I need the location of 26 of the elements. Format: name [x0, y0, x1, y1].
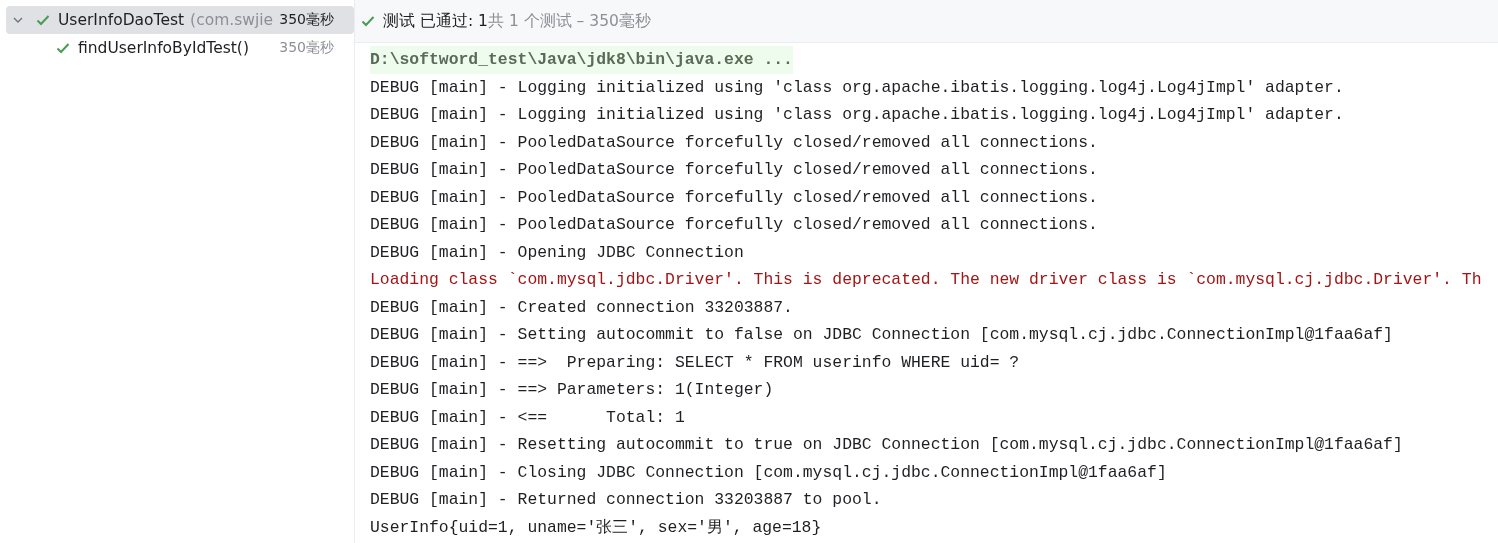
test-duration: 350毫秒	[279, 11, 335, 29]
test-duration: 350毫秒	[279, 39, 335, 57]
log-line: DEBUG [main] - Logging initialized using 'class org.apache.ibatis.logging.log4j.Log4jImpl' adapter.	[370, 104, 1344, 126]
log-line: DEBUG [main] - ==> Parameters: 1(Integer)	[370, 379, 774, 401]
status-label: 测试 已通过: 1	[383, 10, 488, 32]
log-line: DEBUG [main] - Returned connection 33203887 to pool.	[370, 489, 882, 511]
test-package: (com.swjie	[190, 11, 274, 29]
log-line: DEBUG [main] - Resetting autocommit to true on JDBC Connection [com.mysql.cj.jdbc.ConnectionImpl@1faa6af]	[370, 434, 1403, 456]
status-detail: 共 1 个测试 – 350毫秒	[487, 10, 651, 32]
log-line: DEBUG [main] - PooledDataSource forcefully closed/removed all connections.	[370, 159, 1098, 181]
log-line: DEBUG [main] - ==> Preparing: SELECT * FROM userinfo WHERE uid= ?	[370, 351, 1020, 374]
test-name: findUserInfoByIdTest()	[78, 39, 249, 57]
log-line: DEBUG [main] - PooledDataSource forcefully closed/removed all connections.	[370, 131, 1098, 154]
log-line: DEBUG [main] - PooledDataSource forcefully closed/removed all connections.	[370, 186, 1098, 209]
test-name: UserInfoDaoTest	[58, 11, 185, 29]
log-line: DEBUG [main] - PooledDataSource forcefully closed/removed all connections.	[370, 214, 1098, 236]
log-line: DEBUG [main] - <== Total: 1	[370, 406, 685, 429]
log-line: DEBUG [main] - Opening JDBC Connection	[370, 241, 744, 264]
log-line: DEBUG [main] - Logging initialized using 'class org.apache.ibatis.logging.log4j.Log4jImpl' adapter.	[370, 76, 1344, 99]
log-line: DEBUG [main] - Closing JDBC Connection [com.mysql.cj.jdbc.ConnectionImpl@1faa6af]	[370, 461, 1167, 484]
log-line: DEBUG [main] - Created connection 33203887.	[370, 296, 793, 319]
log-line: DEBUG [main] - Setting autocommit to false on JDBC Connection [com.mysql.cj.jdbc.ConnectionImpl@1faa6af]	[370, 324, 1393, 346]
test-tree-item[interactable]: UserInfoDaoTest (com.swjie 350毫秒	[6, 6, 354, 34]
test-tree-item[interactable]: findUserInfoByIdTest() 350毫秒	[6, 34, 354, 62]
log-line: UserInfo{uid=1, uname='张三', sex='男', age=18}	[370, 516, 822, 539]
error-line: Loading class `com.mysql.jdbc.Driver'. This is deprecated. The new driver class is `com.mysql.cj.jdbc.Driver'. Th	[370, 269, 1482, 291]
